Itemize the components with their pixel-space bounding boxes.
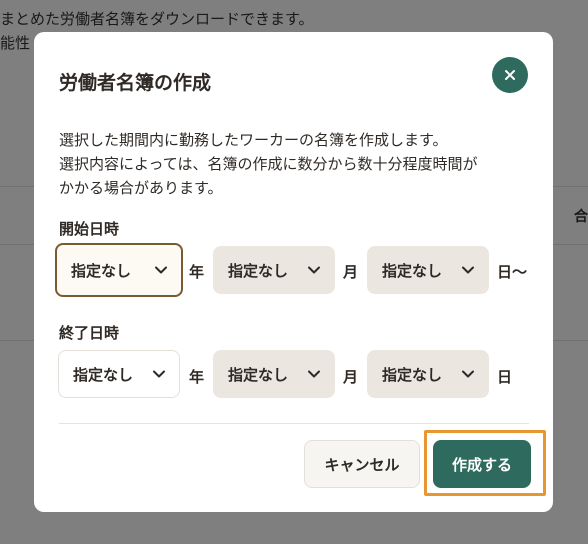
close-button[interactable] — [492, 57, 528, 93]
start-year-value: 指定なし — [71, 261, 132, 280]
end-year-select[interactable]: 指定なし — [58, 350, 180, 398]
description-line: 選択内容によっては、名簿の作成に数分から数十分程度時間が — [59, 155, 478, 173]
chevron-down-icon — [155, 266, 167, 274]
chevron-down-icon — [308, 266, 320, 274]
chevron-down-icon — [153, 370, 165, 378]
start-day-unit: 日〜 — [497, 263, 528, 281]
end-month-value: 指定なし — [228, 365, 289, 384]
end-year-unit: 年 — [189, 368, 205, 386]
description-line: かかる場合があります。 — [59, 179, 223, 197]
end-month-select[interactable]: 指定なし — [213, 350, 335, 398]
start-year-select[interactable]: 指定なし — [55, 243, 183, 297]
dialog-title: 労働者名簿の作成 — [59, 72, 212, 94]
description-line: 選択した期間内に勤務したワーカーの名簿を作成します。 — [59, 131, 448, 149]
start-day-select[interactable]: 指定なし — [367, 246, 489, 294]
end-day-select[interactable]: 指定なし — [367, 350, 489, 398]
end-year-value: 指定なし — [73, 365, 134, 384]
end-day-unit: 日 — [497, 368, 513, 386]
dialog-description: 選択した期間内に勤務したワーカーの名簿を作成します。 選択内容によっては、名簿の… — [59, 128, 539, 200]
chevron-down-icon — [462, 370, 474, 378]
end-date-label: 終了日時 — [59, 324, 120, 342]
start-date-label: 開始日時 — [59, 220, 120, 238]
start-month-unit: 月 — [343, 263, 359, 281]
chevron-down-icon — [308, 370, 320, 378]
cancel-button[interactable]: キャンセル — [304, 440, 420, 488]
end-day-value: 指定なし — [382, 365, 443, 384]
start-year-unit: 年 — [189, 263, 205, 281]
footer-divider — [59, 423, 529, 424]
create-button[interactable]: 作成する — [433, 440, 531, 488]
chevron-down-icon — [462, 266, 474, 274]
start-month-select[interactable]: 指定なし — [213, 246, 335, 294]
create-roster-dialog: 労働者名簿の作成 選択した期間内に勤務したワーカーの名簿を作成します。 選択内容… — [34, 32, 553, 512]
start-month-value: 指定なし — [228, 261, 289, 280]
start-day-value: 指定なし — [382, 261, 443, 280]
close-icon — [505, 70, 515, 80]
end-month-unit: 月 — [343, 368, 359, 386]
